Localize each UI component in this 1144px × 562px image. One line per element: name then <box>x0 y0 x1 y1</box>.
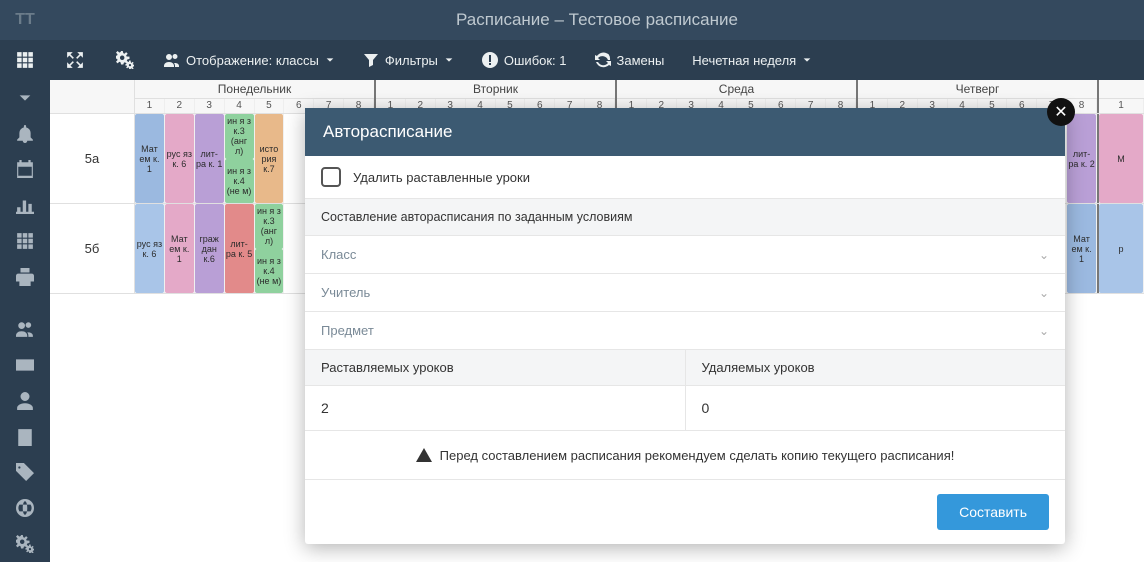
week-dropdown[interactable]: Нечетная неделя <box>678 40 826 80</box>
lesson-block[interactable]: лит-ра к. 5 <box>225 204 254 293</box>
schedule-cell[interactable]: р <box>1099 204 1144 293</box>
lesson-block[interactable]: Мат ем к. 1 <box>135 114 164 203</box>
sidebar-tag[interactable] <box>0 455 50 491</box>
class-dropdown[interactable]: Класс ⌄ <box>305 236 1065 274</box>
lesson-block[interactable]: рус яз к. 6 <box>165 114 194 203</box>
schedule-cell[interactable]: лит-ра к. 1 <box>195 114 225 203</box>
users-icon <box>164 52 180 68</box>
page-title: Расписание – Тестовое расписание <box>50 10 1144 30</box>
subject-dropdown[interactable]: Предмет ⌄ <box>305 312 1065 350</box>
lesson-block[interactable]: р <box>1099 204 1143 293</box>
sidebar-card[interactable] <box>0 347 50 383</box>
deleting-value: 0 <box>686 386 1066 430</box>
period-header: 4 <box>225 99 255 113</box>
sidebar-grid[interactable] <box>0 223 50 259</box>
day-header: Понедельник <box>135 80 374 99</box>
sidebar-collapse[interactable] <box>0 80 50 116</box>
chevron-down-icon <box>325 55 335 65</box>
sidebar-settings[interactable] <box>0 526 50 562</box>
schedule-cell[interactable]: ин я з к.3 (анг л)ин я з к.4 (не м) <box>225 114 255 203</box>
chevron-down-icon <box>802 55 812 65</box>
auto-schedule-modal: Авторасписание ✕ Удалить раставленные ур… <box>305 108 1065 544</box>
errors-label: Ошибок: 1 <box>504 53 567 68</box>
lesson-block[interactable]: ин я з к.4 (не м) <box>255 249 284 294</box>
modal-warning: Перед составлением расписания рекомендуе… <box>305 430 1065 479</box>
lesson-block[interactable]: М <box>1099 114 1143 203</box>
display-dropdown[interactable]: Отображение: классы <box>150 40 349 80</box>
alert-icon <box>482 52 498 68</box>
sidebar-users[interactable] <box>0 312 50 348</box>
chevron-down-icon: ⌄ <box>1039 248 1049 262</box>
deleting-header: Удаляемых уроков <box>686 350 1066 385</box>
chevron-down-icon: ⌄ <box>1039 286 1049 300</box>
chevron-down-icon: ⌄ <box>1039 324 1049 338</box>
sidebar <box>0 80 50 562</box>
logo: TT <box>0 11 50 29</box>
schedule-cell[interactable]: граж дан к.6 <box>195 204 225 293</box>
sidebar-chart[interactable] <box>0 187 50 223</box>
lesson-block[interactable]: ин я з к.4 (не м) <box>225 159 254 204</box>
subs-label: Замены <box>617 53 665 68</box>
chevron-down-icon <box>444 55 454 65</box>
lesson-block[interactable]: лит-ра к. 1 <box>195 114 224 203</box>
sidebar-calendar[interactable] <box>0 152 50 188</box>
lesson-block[interactable]: Мат ем к. 1 <box>1067 204 1096 293</box>
delete-placed-checkbox[interactable] <box>321 167 341 187</box>
schedule-cell[interactable]: Мат ем к. 1 <box>1067 204 1097 293</box>
filters-label: Фильтры <box>385 53 438 68</box>
sidebar-user[interactable] <box>0 383 50 419</box>
sidebar-building[interactable] <box>0 419 50 455</box>
schedule-cell[interactable]: лит-ра к. 2 <box>1067 114 1097 203</box>
filter-icon <box>363 52 379 68</box>
schedule-cell[interactable]: рус яз к. 6 <box>135 204 165 293</box>
modal-section-header: Составление авторасписания по заданным у… <box>305 199 1065 236</box>
lesson-block[interactable]: исто рия к.7 <box>255 114 284 203</box>
schedule-cell[interactable]: лит-ра к. 5 <box>225 204 255 293</box>
lesson-block[interactable]: лит-ра к. 2 <box>1067 114 1096 203</box>
lesson-block[interactable]: ин я з к.3 (анг л) <box>225 114 254 159</box>
modal-header: Авторасписание ✕ <box>305 108 1065 156</box>
submit-button[interactable]: Составить <box>937 494 1049 530</box>
schedule-cell[interactable]: Мат ем к. 1 <box>135 114 165 203</box>
placing-header: Раставляемых уроков <box>305 350 686 385</box>
lesson-block[interactable]: ин я з к.3 (анг л) <box>255 204 284 249</box>
schedule-cell[interactable]: Мат ем к. 1 <box>165 204 195 293</box>
subs-button[interactable]: Замены <box>581 40 679 80</box>
modal-title: Авторасписание <box>323 122 452 141</box>
delete-placed-label: Удалить раставленные уроки <box>353 170 1049 185</box>
day-header: Четверг <box>858 80 1097 99</box>
sidebar-bell[interactable] <box>0 116 50 152</box>
teacher-dropdown[interactable]: Учитель ⌄ <box>305 274 1065 312</box>
day-header: Вторник <box>376 80 615 99</box>
display-label: Отображение: классы <box>186 53 319 68</box>
schedule-cell[interactable]: исто рия к.7 <box>255 114 285 203</box>
period-header: 1 <box>135 99 165 113</box>
schedule-cell[interactable]: рус яз к. 6 <box>165 114 195 203</box>
modal-close-button[interactable]: ✕ <box>1047 98 1075 126</box>
lesson-block[interactable]: рус яз к. 6 <box>135 204 164 293</box>
settings-button[interactable] <box>100 40 150 80</box>
placing-value: 2 <box>305 386 686 430</box>
schedule-cell[interactable]: М <box>1099 114 1144 203</box>
row-label: 5а <box>50 114 135 203</box>
period-header: 3 <box>195 99 225 113</box>
warning-icon <box>416 447 432 463</box>
fullscreen-button[interactable] <box>50 40 100 80</box>
lesson-block[interactable]: граж дан к.6 <box>195 204 224 293</box>
period-header: 2 <box>165 99 195 113</box>
lesson-block[interactable]: Мат ем к. 1 <box>165 204 194 293</box>
grid-toggle-button[interactable] <box>0 40 50 80</box>
period-header: 5 <box>255 99 285 113</box>
row-label: 5б <box>50 204 135 293</box>
week-label: Нечетная неделя <box>692 53 796 68</box>
schedule-cell[interactable]: ин я з к.3 (анг л)ин я з к.4 (не м) <box>255 204 285 293</box>
sidebar-print[interactable] <box>0 259 50 295</box>
filters-dropdown[interactable]: Фильтры <box>349 40 468 80</box>
toolbar: Отображение: классы Фильтры Ошибок: 1 За… <box>0 40 1144 80</box>
refresh-icon <box>595 52 611 68</box>
sidebar-globe[interactable] <box>0 490 50 526</box>
day-header: Среда <box>617 80 856 99</box>
errors-button[interactable]: Ошибок: 1 <box>468 40 581 80</box>
